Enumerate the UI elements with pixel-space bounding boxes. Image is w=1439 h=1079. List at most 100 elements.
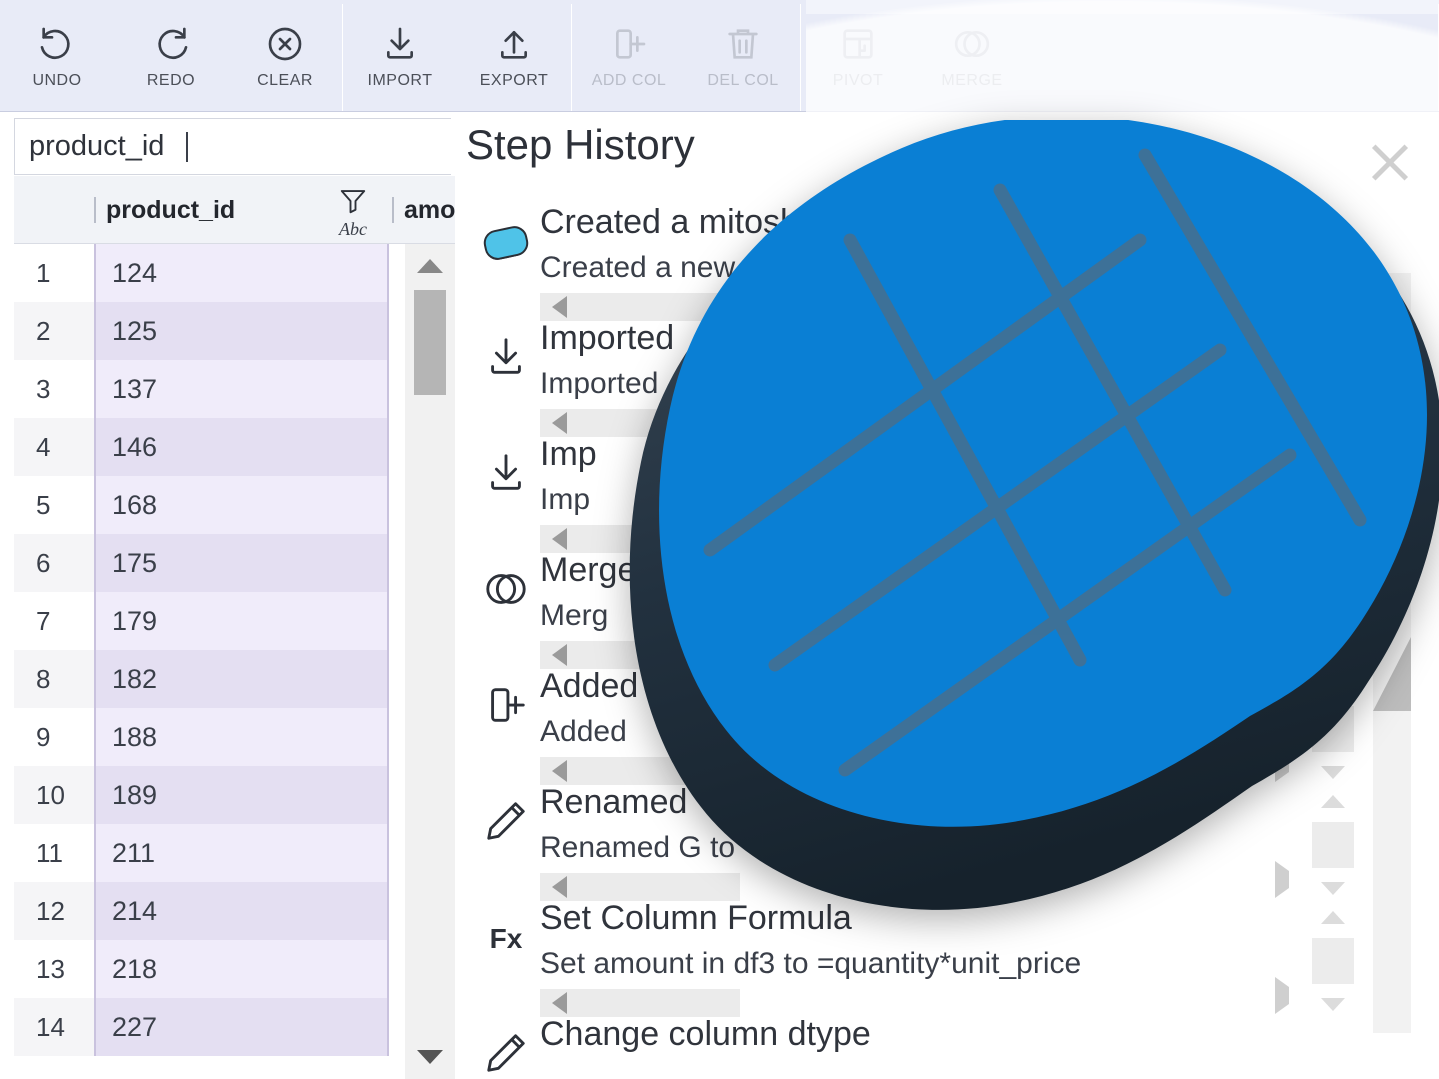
step-forward-arrow[interactable] (1275, 407, 1289, 425)
step-spinner[interactable] (1311, 679, 1355, 779)
column-divider (94, 197, 96, 223)
spinner-track[interactable] (1312, 358, 1354, 404)
step-subtitle: Renamed G to (540, 831, 735, 865)
cell-product-id[interactable]: 168 (94, 476, 389, 534)
spinner-down-icon[interactable] (1321, 882, 1345, 895)
table-row[interactable]: 6175 (14, 534, 455, 592)
table-row[interactable]: 14227 (14, 998, 455, 1056)
step-back-arrow[interactable] (540, 989, 740, 1017)
grid-rows-container[interactable]: 1124212531374146516861757179818291881018… (14, 244, 455, 1079)
spinner-up-icon[interactable] (1321, 447, 1345, 460)
cell-product-id[interactable]: 179 (94, 592, 389, 650)
scroll-up-arrow[interactable] (405, 246, 455, 286)
step-back-arrow[interactable] (540, 525, 740, 553)
spinner-track[interactable] (1312, 474, 1354, 520)
spinner-down-icon[interactable] (1321, 534, 1345, 547)
table-row[interactable]: 5168 (14, 476, 455, 534)
add-column-button[interactable]: ADD COL (572, 0, 686, 111)
table-row[interactable]: 10189 (14, 766, 455, 824)
step-spinner[interactable] (1311, 215, 1355, 315)
step-history-item[interactable]: ImportedImported (466, 321, 1439, 437)
table-row[interactable]: 1124 (14, 244, 455, 302)
merge-button[interactable]: MERGE (915, 0, 1029, 111)
spinner-up-icon[interactable] (1321, 679, 1345, 692)
cell-product-id[interactable]: 227 (94, 998, 389, 1056)
cell-product-id[interactable]: 218 (94, 940, 389, 998)
step-history-item[interactable]: Created a mitosheetCreated a new mitoshe… (466, 205, 1439, 321)
step-forward-arrow[interactable] (1275, 987, 1289, 1005)
step-spinner[interactable] (1311, 563, 1355, 663)
spinner-track[interactable] (1312, 590, 1354, 636)
close-icon[interactable] (1363, 135, 1417, 189)
redo-button[interactable]: REDO (114, 0, 228, 111)
pivot-button[interactable]: PIVOT (801, 0, 915, 111)
step-forward-arrow[interactable] (1275, 755, 1289, 773)
spinner-down-icon[interactable] (1321, 418, 1345, 431)
cell-product-id[interactable]: 189 (94, 766, 389, 824)
step-back-arrow[interactable] (540, 293, 740, 321)
step-history-item[interactable]: ImpImp (466, 437, 1439, 553)
step-forward-arrow[interactable] (1275, 291, 1289, 309)
spinner-down-icon[interactable] (1321, 302, 1345, 315)
spinner-track[interactable] (1312, 938, 1354, 984)
step-history-item[interactable]: Change column dtype (466, 1017, 1439, 1079)
step-back-arrow[interactable] (540, 409, 740, 437)
step-spinner[interactable] (1311, 795, 1355, 895)
spinner-up-icon[interactable] (1321, 215, 1345, 228)
spinner-down-icon[interactable] (1321, 650, 1345, 663)
spinner-down-icon[interactable] (1321, 998, 1345, 1011)
step-history-item[interactable]: MergeMerg (466, 553, 1439, 669)
step-spinner[interactable] (1311, 447, 1355, 547)
table-row[interactable]: 8182 (14, 650, 455, 708)
step-spinner[interactable] (1311, 911, 1355, 1011)
table-row[interactable]: 7179 (14, 592, 455, 650)
table-row[interactable]: 4146 (14, 418, 455, 476)
step-history-item[interactable]: AddedAdded (466, 669, 1439, 785)
step-spinner[interactable] (1311, 331, 1355, 431)
spinner-track[interactable] (1312, 706, 1354, 752)
step-forward-arrow[interactable] (1275, 523, 1289, 541)
spinner-down-icon[interactable] (1321, 766, 1345, 779)
table-row[interactable]: 9188 (14, 708, 455, 766)
cell-name-bar[interactable]: product_id (14, 118, 451, 175)
chevron-left-icon (552, 876, 567, 898)
step-forward-arrow[interactable] (1275, 639, 1289, 657)
cell-product-id[interactable]: 214 (94, 882, 389, 940)
table-row[interactable]: 12214 (14, 882, 455, 940)
table-row[interactable]: 2125 (14, 302, 455, 360)
table-row[interactable]: 11211 (14, 824, 455, 882)
column-dtype-filter-button[interactable]: Abc (336, 186, 370, 240)
cell-product-id[interactable]: 182 (94, 650, 389, 708)
step-history-item[interactable]: RenamedRenamed G to (466, 785, 1439, 901)
column-header-amount[interactable]: amo (392, 176, 462, 244)
cell-product-id[interactable]: 137 (94, 360, 389, 418)
grid-vertical-scrollbar[interactable] (404, 244, 455, 1079)
spinner-track[interactable] (1312, 822, 1354, 868)
spinner-up-icon[interactable] (1321, 795, 1345, 808)
cell-product-id[interactable]: 124 (94, 244, 389, 302)
cell-product-id[interactable]: 125 (94, 302, 389, 360)
clear-button[interactable]: CLEAR (228, 0, 342, 111)
spinner-up-icon[interactable] (1321, 331, 1345, 344)
scrollbar-thumb[interactable] (414, 290, 446, 395)
step-back-arrow[interactable] (540, 873, 740, 901)
cell-product-id[interactable]: 188 (94, 708, 389, 766)
export-button[interactable]: EXPORT (457, 0, 571, 111)
step-history-item[interactable]: FxSet Column FormulaSet amount in df3 to… (466, 901, 1439, 1017)
undo-button[interactable]: UNDO (0, 0, 114, 111)
import-button[interactable]: IMPORT (343, 0, 457, 111)
step-back-arrow[interactable] (540, 641, 740, 669)
spinner-up-icon[interactable] (1321, 563, 1345, 576)
scroll-down-arrow[interactable] (405, 1037, 455, 1077)
step-history-list[interactable]: Created a mitosheetCreated a new mitoshe… (466, 205, 1439, 1079)
step-back-arrow[interactable] (540, 757, 740, 785)
table-row[interactable]: 3137 (14, 360, 455, 418)
delete-column-button[interactable]: DEL COL (686, 0, 800, 111)
cell-product-id[interactable]: 175 (94, 534, 389, 592)
cell-product-id[interactable]: 211 (94, 824, 389, 882)
table-row[interactable]: 13218 (14, 940, 455, 998)
cell-product-id[interactable]: 146 (94, 418, 389, 476)
spinner-track[interactable] (1312, 242, 1354, 288)
step-forward-arrow[interactable] (1275, 871, 1289, 889)
spinner-up-icon[interactable] (1321, 911, 1345, 924)
